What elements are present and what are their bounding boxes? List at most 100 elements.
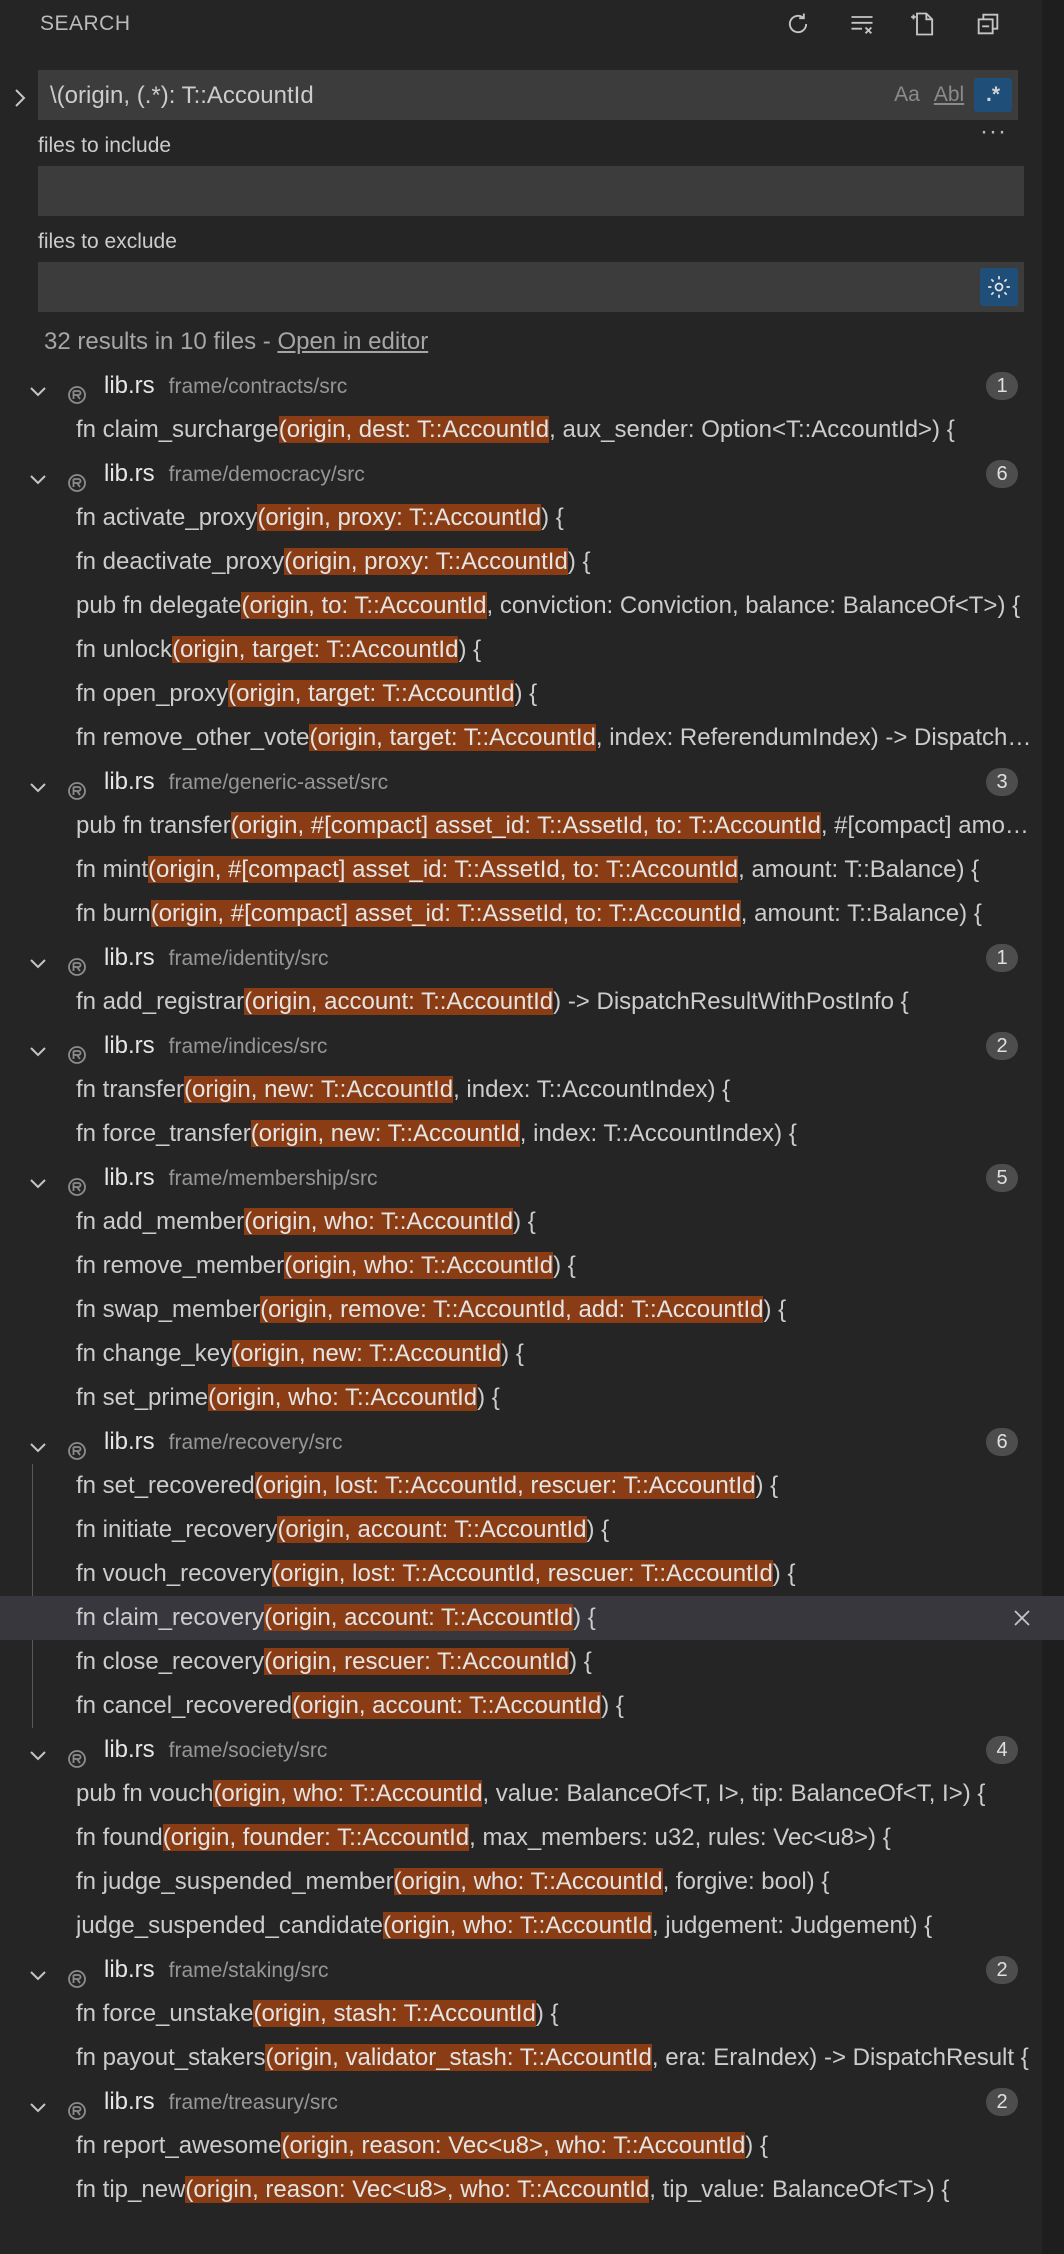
match-count-badge: 1: [986, 944, 1018, 972]
match-case-toggle[interactable]: Aa: [890, 78, 924, 112]
file-result-row[interactable]: lib.rs frame/identity/src 1: [0, 936, 1064, 980]
match-suffix: ) {: [535, 2000, 559, 2027]
match-highlight: (origin, lost: T::AccountId, rescuer: T:…: [254, 1472, 756, 1499]
match-highlight: (origin, account: T::AccountId: [292, 1692, 602, 1719]
use-exclude-settings-icon[interactable]: [980, 268, 1018, 306]
match-row[interactable]: fn close_recovery(origin, rescuer: T::Ac…: [0, 1640, 1064, 1684]
match-row[interactable]: fn add_registrar(origin, account: T::Acc…: [0, 980, 1064, 1024]
match-row[interactable]: fn judge_suspended_member(origin, who: T…: [0, 1860, 1064, 1904]
file-result-row[interactable]: lib.rs frame/membership/src 5: [0, 1156, 1064, 1200]
match-highlight: (origin, account: T::AccountId: [244, 988, 554, 1015]
chevron-down-icon[interactable]: [26, 462, 50, 486]
match-highlight: (origin, reason: Vec<u8>, who: T::Accoun…: [281, 2132, 746, 2159]
search-input[interactable]: \(origin, (.*): T::AccountId Aa Abl .*: [38, 70, 1018, 120]
match-row[interactable]: fn tip_new(origin, reason: Vec<u8>, who:…: [0, 2168, 1064, 2212]
file-result-row[interactable]: lib.rs frame/generic-asset/src 3: [0, 760, 1064, 804]
search-query[interactable]: \(origin, (.*): T::AccountId: [50, 82, 314, 110]
chevron-down-icon[interactable]: [26, 1430, 50, 1454]
match-text: fn close_recovery(origin, rescuer: T::Ac…: [76, 1640, 1041, 1684]
toggle-replace-icon[interactable]: [8, 80, 32, 116]
match-row[interactable]: fn claim_surcharge(origin, dest: T::Acco…: [0, 408, 1064, 452]
include-field[interactable]: [38, 166, 1024, 216]
match-row[interactable]: fn force_unstake(origin, stash: T::Accou…: [0, 1992, 1064, 2036]
match-row[interactable]: fn set_prime(origin, who: T::AccountId) …: [0, 1376, 1064, 1420]
match-text: fn open_proxy(origin, target: T::Account…: [76, 672, 1041, 716]
chevron-down-icon[interactable]: [26, 374, 50, 398]
match-prefix: fn found: [76, 1824, 163, 1851]
match-row[interactable]: fn set_recovered(origin, lost: T::Accoun…: [0, 1464, 1064, 1508]
match-highlight: (origin, who: T::AccountId: [208, 1384, 478, 1411]
match-highlight: (origin, who: T::AccountId: [393, 1868, 663, 1895]
match-row[interactable]: fn add_member(origin, who: T::AccountId)…: [0, 1200, 1064, 1244]
chevron-down-icon[interactable]: [26, 1166, 50, 1190]
match-prefix: fn close_recovery: [76, 1648, 265, 1675]
close-icon[interactable]: [1010, 1606, 1034, 1630]
match-suffix: ) {: [573, 1604, 596, 1631]
match-group: fn activate_proxy(origin, proxy: T::Acco…: [0, 496, 1064, 760]
match-group: pub fn transfer(origin, #[compact] asset…: [0, 804, 1064, 936]
match-row[interactable]: fn vouch_recovery(origin, lost: T::Accou…: [0, 1552, 1064, 1596]
chevron-down-icon[interactable]: [26, 1034, 50, 1058]
chevron-down-icon[interactable]: [26, 2090, 50, 2114]
open-in-editor-link[interactable]: Open in editor: [277, 328, 428, 355]
match-row[interactable]: fn unlock(origin, target: T::AccountId) …: [0, 628, 1064, 672]
chevron-down-icon[interactable]: [26, 946, 50, 970]
toggle-search-details-icon[interactable]: ···: [980, 118, 1007, 146]
match-prefix: fn force_transfer: [76, 1120, 251, 1147]
match-row[interactable]: fn activate_proxy(origin, proxy: T::Acco…: [0, 496, 1064, 540]
match-row[interactable]: fn report_awesome(origin, reason: Vec<u8…: [0, 2124, 1064, 2168]
file-result-row[interactable]: lib.rs frame/society/src 4: [0, 1728, 1064, 1772]
match-row[interactable]: fn force_transfer(origin, new: T::Accoun…: [0, 1112, 1064, 1156]
new-search-editor-icon[interactable]: [906, 6, 942, 42]
match-row[interactable]: fn found(origin, founder: T::AccountId, …: [0, 1816, 1064, 1860]
match-suffix: , aux_sender: Option<T::AccountId>) {: [549, 416, 955, 443]
match-text: fn unlock(origin, target: T::AccountId) …: [76, 628, 1041, 672]
chevron-down-icon[interactable]: [26, 770, 50, 794]
match-row[interactable]: fn payout_stakers(origin, validator_stas…: [0, 2036, 1064, 2080]
match-highlight: (origin, target: T::AccountId: [228, 680, 515, 707]
file-result-row[interactable]: lib.rs frame/treasury/src 2: [0, 2080, 1064, 2124]
match-row[interactable]: pub fn vouch(origin, who: T::AccountId, …: [0, 1772, 1064, 1816]
match-prefix: pub fn vouch: [76, 1780, 214, 1807]
match-row[interactable]: judge_suspended_candidate(origin, who: T…: [0, 1904, 1064, 1948]
match-row[interactable]: fn swap_member(origin, remove: T::Accoun…: [0, 1288, 1064, 1332]
collapse-all-icon[interactable]: [970, 6, 1006, 42]
match-text: fn set_prime(origin, who: T::AccountId) …: [76, 1376, 1041, 1420]
file-result-row[interactable]: lib.rs frame/recovery/src 6: [0, 1420, 1064, 1464]
match-row[interactable]: fn mint(origin, #[compact] asset_id: T::…: [0, 848, 1064, 892]
file-result-row[interactable]: lib.rs frame/democracy/src 6: [0, 452, 1064, 496]
match-row[interactable]: fn change_key(origin, new: T::AccountId)…: [0, 1332, 1064, 1376]
exclude-field[interactable]: [38, 262, 1024, 312]
chevron-down-icon[interactable]: [26, 1958, 50, 1982]
match-highlight: (origin, remove: T::AccountId, add: T::A…: [260, 1296, 764, 1323]
match-row[interactable]: pub fn transfer(origin, #[compact] asset…: [0, 804, 1064, 848]
file-result-row[interactable]: lib.rs frame/indices/src 2: [0, 1024, 1064, 1068]
file-result-row[interactable]: lib.rs frame/staking/src 2: [0, 1948, 1064, 1992]
regex-toggle[interactable]: .*: [974, 78, 1012, 112]
match-suffix: , value: BalanceOf<T, I>, tip: BalanceOf…: [482, 1780, 986, 1807]
match-row[interactable]: fn cancel_recovered(origin, account: T::…: [0, 1684, 1064, 1728]
match-suffix: ) {: [601, 1692, 624, 1719]
match-row[interactable]: fn burn(origin, #[compact] asset_id: T::…: [0, 892, 1064, 936]
file-path: frame/staking/src: [168, 1959, 329, 1982]
whole-word-toggle[interactable]: Abl: [932, 78, 966, 112]
file-path: frame/membership/src: [168, 1167, 378, 1190]
match-row[interactable]: fn remove_member(origin, who: T::Account…: [0, 1244, 1064, 1288]
refresh-icon[interactable]: [780, 6, 816, 42]
match-prefix: fn transfer: [76, 1076, 185, 1103]
results-count-text: 32 results in 10 files -: [44, 328, 278, 355]
file-result-row[interactable]: lib.rs frame/contracts/src 1: [0, 364, 1064, 408]
match-highlight: (origin, target: T::AccountId: [309, 724, 596, 751]
match-row[interactable]: fn claim_recovery(origin, account: T::Ac…: [0, 1596, 1064, 1640]
file-name: lib.rs: [104, 2088, 155, 2115]
match-row[interactable]: fn open_proxy(origin, target: T::Account…: [0, 672, 1064, 716]
match-suffix: ) {: [567, 548, 591, 575]
match-row[interactable]: fn remove_other_vote(origin, target: T::…: [0, 716, 1064, 760]
clear-results-icon[interactable]: [844, 6, 880, 42]
match-suffix: ) {: [763, 1296, 787, 1323]
chevron-down-icon[interactable]: [26, 1738, 50, 1762]
match-row[interactable]: pub fn delegate(origin, to: T::AccountId…: [0, 584, 1064, 628]
match-row[interactable]: fn transfer(origin, new: T::AccountId, i…: [0, 1068, 1064, 1112]
match-row[interactable]: fn deactivate_proxy(origin, proxy: T::Ac…: [0, 540, 1064, 584]
match-row[interactable]: fn initiate_recovery(origin, account: T:…: [0, 1508, 1064, 1552]
